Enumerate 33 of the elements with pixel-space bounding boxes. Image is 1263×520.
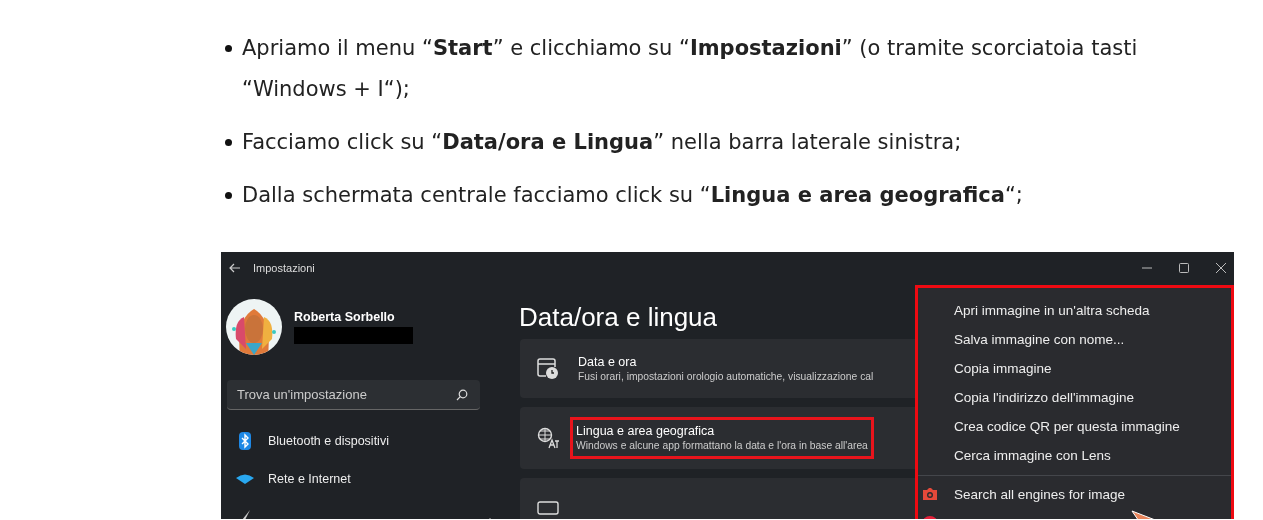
card-description: Fusi orari, impostazioni orologio automatiche, visualizzazione cal: [578, 369, 874, 384]
menu-item[interactable]: Search all engines for image: [954, 487, 1126, 502]
menu-item[interactable]: Apri immagine in un'altra scheda: [954, 303, 1150, 318]
menu-item[interactable]: Copia immagine: [954, 361, 1052, 376]
window-title: Impostazioni: [253, 262, 315, 274]
search-icon: [456, 389, 468, 401]
camera-icon: [922, 487, 938, 501]
bullet-text: Apriamo il menu “Start” e clicchiamo su “Impostazioni” (o tramite scorciatoia tasti “Windows + I“);: [242, 35, 1139, 103]
back-arrow-icon[interactable]: [229, 263, 241, 273]
keyboard-icon: [536, 500, 559, 515]
bullet-icon: [225, 45, 232, 52]
card-title: Lingua e area geografica: [576, 423, 716, 439]
language-icon: [536, 427, 559, 449]
card-title: Data e ora: [578, 353, 638, 370]
bullet-icon: [225, 192, 232, 199]
calendar-clock-icon: [536, 357, 559, 380]
maximize-icon[interactable]: [1179, 263, 1189, 273]
nav-item[interactable]: Bluetooth e dispositivi: [268, 434, 389, 448]
menu-item[interactable]: Cerca immagine con Lens: [954, 448, 1111, 463]
bullet-text: Dalla schermata centrale facciamo click su “Lingua e area geografica“;: [242, 182, 1023, 209]
bluetooth-icon: [237, 432, 252, 450]
close-icon[interactable]: [1216, 263, 1226, 273]
menu-item[interactable]: Salva immagine con nome...: [954, 332, 1125, 347]
user-name: Roberta Sorbello: [294, 310, 396, 324]
menu-item[interactable]: Crea codice QR per questa immagine: [954, 419, 1180, 434]
wifi-icon: [235, 474, 254, 484]
bullet-text: Facciamo click su “Data/ora e Lingua” nella barra laterale sinistra;: [242, 129, 962, 156]
page-title: Data/ora e lingua: [519, 301, 718, 334]
card-description: Windows e alcune app formattano la data e l'ora in base all'area: [576, 439, 868, 453]
menu-item[interactable]: Copia l'indirizzo dell'immagine: [954, 390, 1134, 405]
bullet-icon: [225, 139, 232, 146]
nav-item[interactable]: Rete e Internet: [268, 472, 351, 486]
search-field[interactable]: Trova un'impostazione: [227, 380, 480, 410]
